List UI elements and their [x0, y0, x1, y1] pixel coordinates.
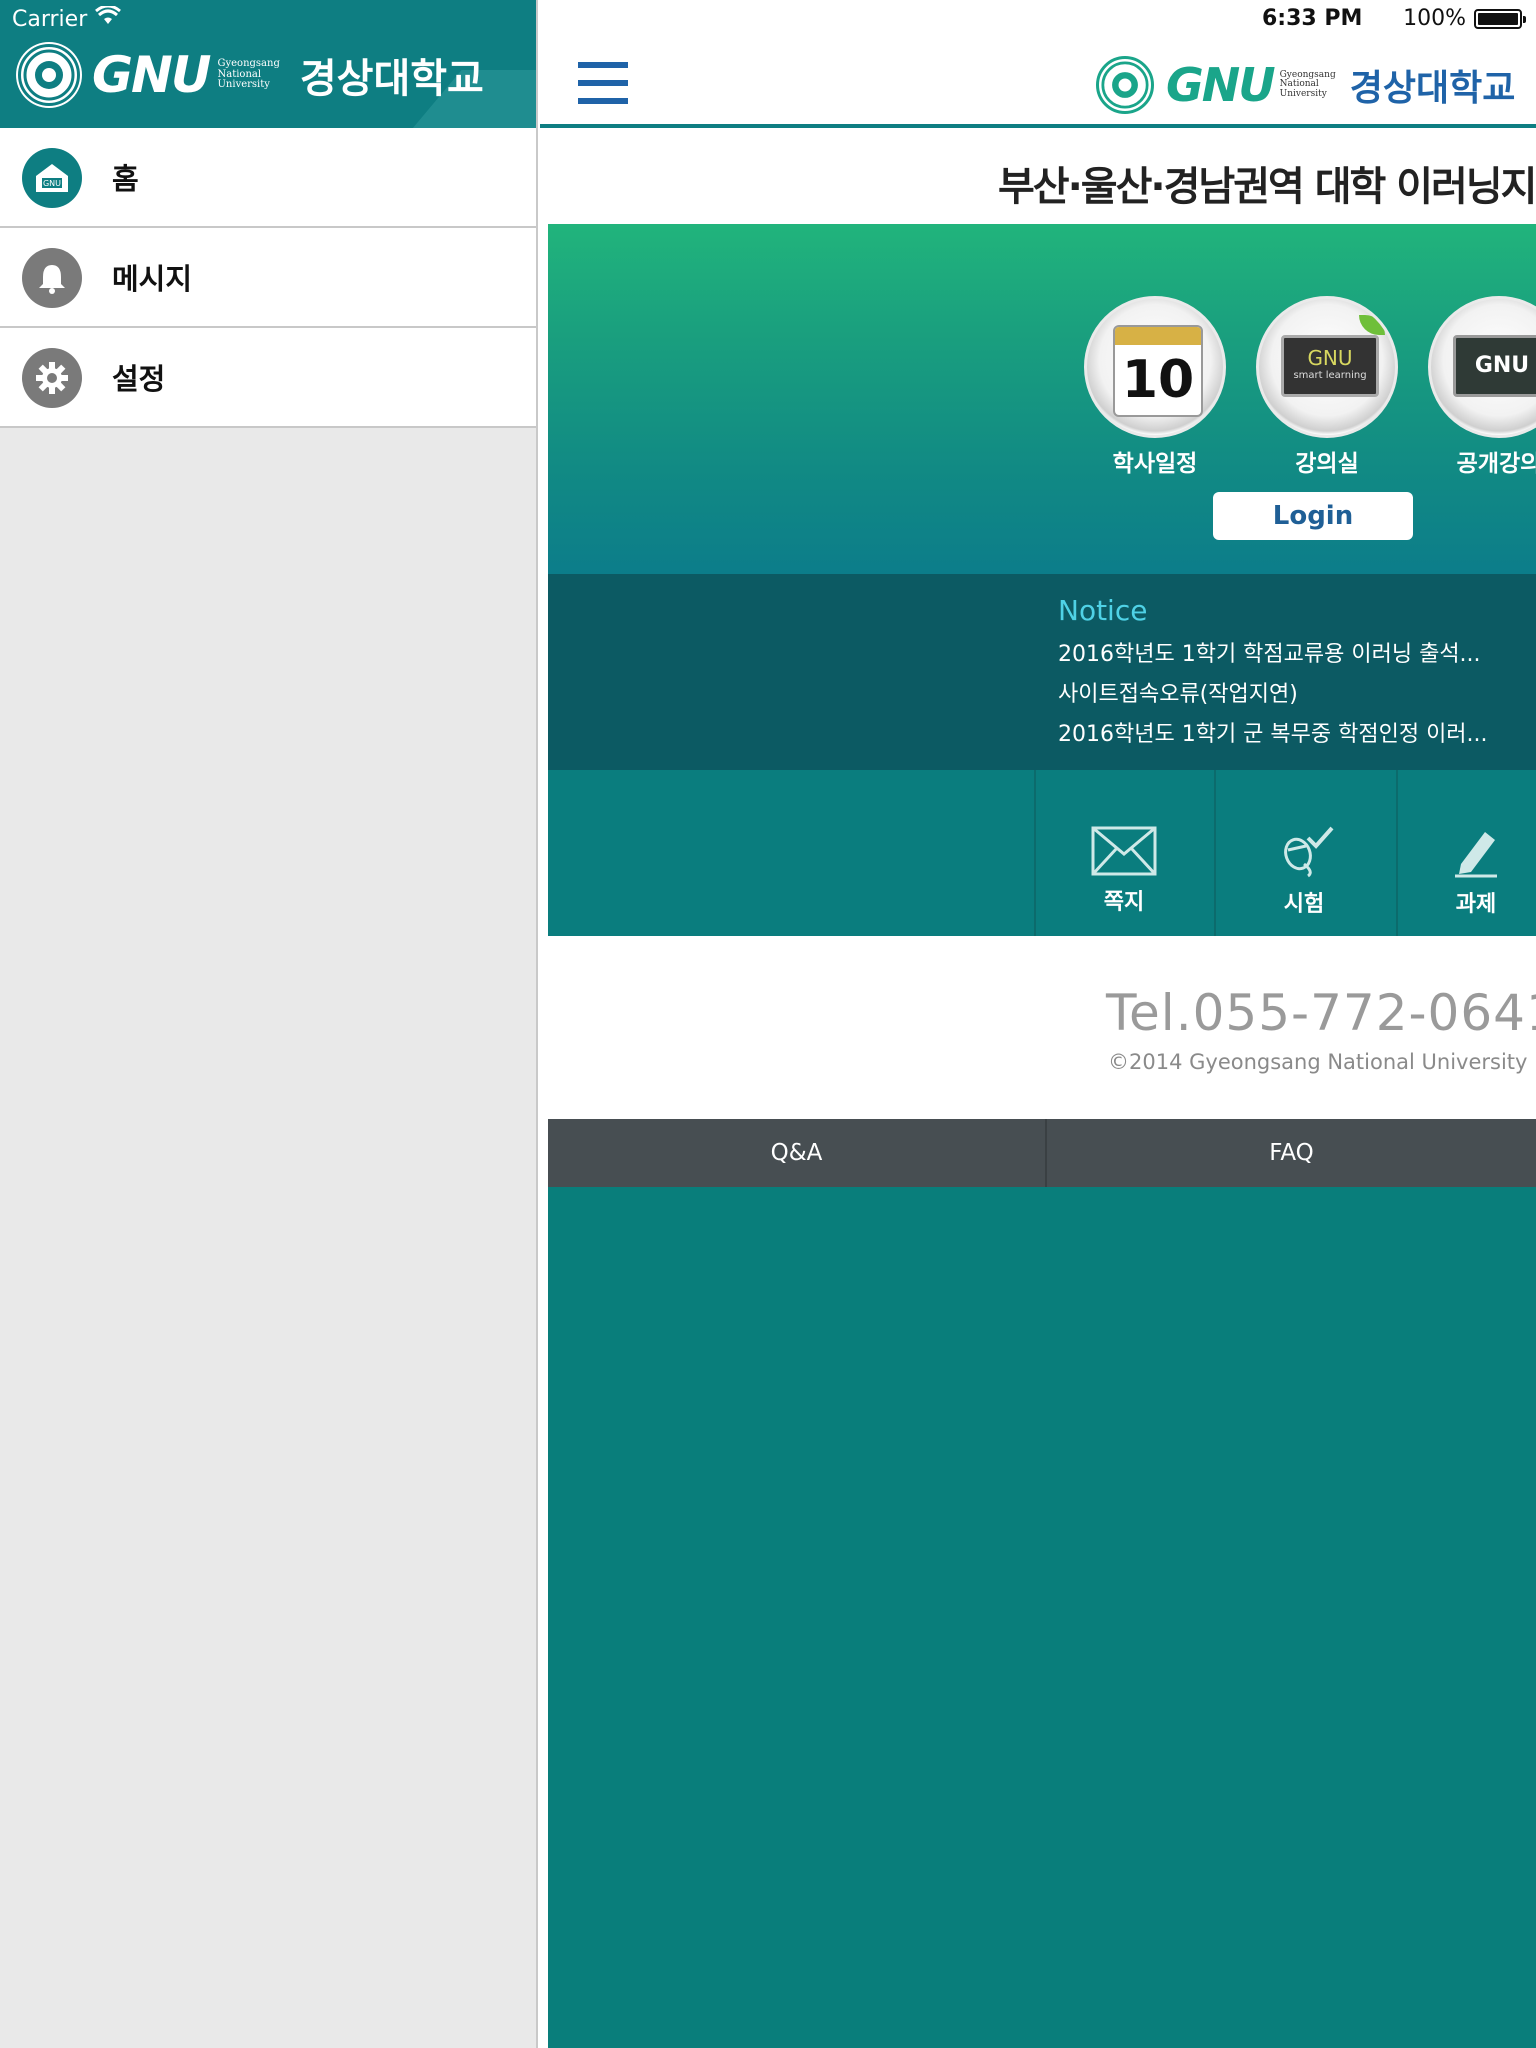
status-bar-carrier: Carrier	[12, 4, 122, 32]
tab-faq[interactable]: FAQ	[1047, 1119, 1536, 1187]
content-background	[548, 1187, 1536, 2048]
headline-banner: 부산·울산·경남권역 대학 이러닝지원	[540, 132, 1536, 224]
classroom-label: 강의실	[1295, 451, 1359, 477]
tab-qna[interactable]: Q&A	[548, 1119, 1045, 1187]
notice-section: Notice 2016학년도 1학기 학점교류용 이러닝 출석... 사이트접속…	[548, 574, 1536, 770]
sidebar-item-home[interactable]: GNU 홈	[0, 128, 536, 228]
divider	[1396, 770, 1398, 936]
divider	[1214, 770, 1216, 936]
main-content: GNU Gyeongsang National University 경상대학교…	[540, 0, 1536, 2048]
content-edge	[540, 224, 548, 2048]
university-korean-name: 경상대학교	[1349, 68, 1516, 109]
gnu-wordmark: GNU	[1166, 58, 1276, 112]
academic-calendar-label: 학사일정	[1112, 451, 1198, 477]
hamburger-menu-icon[interactable]	[578, 62, 628, 104]
calendar-icon: 10	[1084, 296, 1226, 438]
sidebar-logo: GNU Gyeongsang National University 경상대학교	[18, 44, 484, 106]
bottom-tabs: Q&A FAQ	[548, 1119, 1536, 1187]
university-english-name: Gyeongsang National University	[217, 58, 280, 91]
side-drawer: GNU Gyeongsang National University 경상대학교…	[0, 0, 538, 2048]
academic-calendar-button[interactable]: 10 학사일정	[1084, 296, 1226, 478]
classroom-button[interactable]: GNU smart learning 강의실	[1256, 296, 1398, 478]
assignment-button[interactable]: 과제	[1426, 826, 1526, 918]
pencil-icon	[1455, 832, 1497, 878]
footer: Tel.055-772-0641 ©2014 Gyeongsang Nation…	[548, 936, 1536, 1119]
assignment-label: 과제	[1455, 892, 1497, 917]
sidebar-item-label: 메시지	[112, 262, 193, 296]
classroom-board-icon: GNU smart learning	[1256, 296, 1398, 438]
login-button[interactable]: Login	[1213, 492, 1413, 540]
notice-title[interactable]: Notice	[1058, 594, 1147, 627]
notice-item[interactable]: 2016학년도 1학기 군 복무중 학점인정 이러...	[1058, 716, 1488, 748]
sidebar-menu: GNU 홈 메시지 설정	[0, 128, 536, 428]
copyright-text: ©2014 Gyeongsang National University	[1108, 1050, 1528, 1074]
sidebar-item-label: 홈	[112, 162, 139, 196]
bell-icon	[22, 248, 82, 308]
exam-mouse-check-icon	[1284, 826, 1334, 878]
university-seal-icon	[1096, 56, 1154, 114]
university-korean-name: 경상대학교	[299, 56, 484, 102]
page-headline: 부산·울산·경남권역 대학 이러닝지원	[998, 164, 1536, 210]
open-lecture-button[interactable]: GNU 공개강의	[1428, 296, 1536, 478]
exam-button[interactable]: 시험	[1254, 826, 1354, 918]
top-navigation-bar: GNU Gyeongsang National University 경상대학교	[540, 0, 1536, 128]
university-english-name: Gyeongsang National University	[1279, 69, 1336, 99]
sidebar-item-settings[interactable]: 설정	[0, 328, 536, 428]
home-icon: GNU	[22, 148, 82, 208]
status-bar-time: 6:33 PM	[1262, 6, 1363, 31]
hero-section: 10 학사일정 GNU smart learning 강의실 GNU 공개강의 …	[548, 224, 1536, 574]
sidebar-item-label: 설정	[112, 362, 166, 396]
message-note-label: 쪽지	[1103, 890, 1145, 915]
sidebar-item-message[interactable]: 메시지	[0, 228, 536, 328]
header-logo[interactable]: GNU Gyeongsang National University 경상대학교	[1096, 56, 1515, 114]
gear-icon	[22, 348, 82, 408]
battery-icon	[1474, 8, 1526, 29]
svg-text:GNU: GNU	[43, 179, 61, 188]
status-bar-battery: 100%	[1403, 6, 1526, 31]
exam-label: 시험	[1283, 892, 1325, 917]
envelope-icon	[1091, 826, 1157, 876]
university-seal-icon	[18, 44, 80, 106]
tools-bar: 쪽지 시험 과제	[548, 770, 1536, 936]
notice-item[interactable]: 2016학년도 1학기 학점교류용 이러닝 출석...	[1058, 636, 1481, 668]
divider	[1034, 770, 1036, 936]
telephone-number[interactable]: Tel.055-772-0641	[1106, 984, 1536, 1042]
open-lecture-label: 공개강의	[1456, 451, 1536, 477]
notice-item[interactable]: 사이트접속오류(작업지연)	[1058, 676, 1298, 708]
message-note-button[interactable]: 쪽지	[1074, 826, 1174, 916]
gnu-wordmark: GNU	[92, 46, 211, 104]
wifi-icon	[95, 4, 122, 32]
open-lecture-board-icon: GNU	[1428, 296, 1536, 438]
